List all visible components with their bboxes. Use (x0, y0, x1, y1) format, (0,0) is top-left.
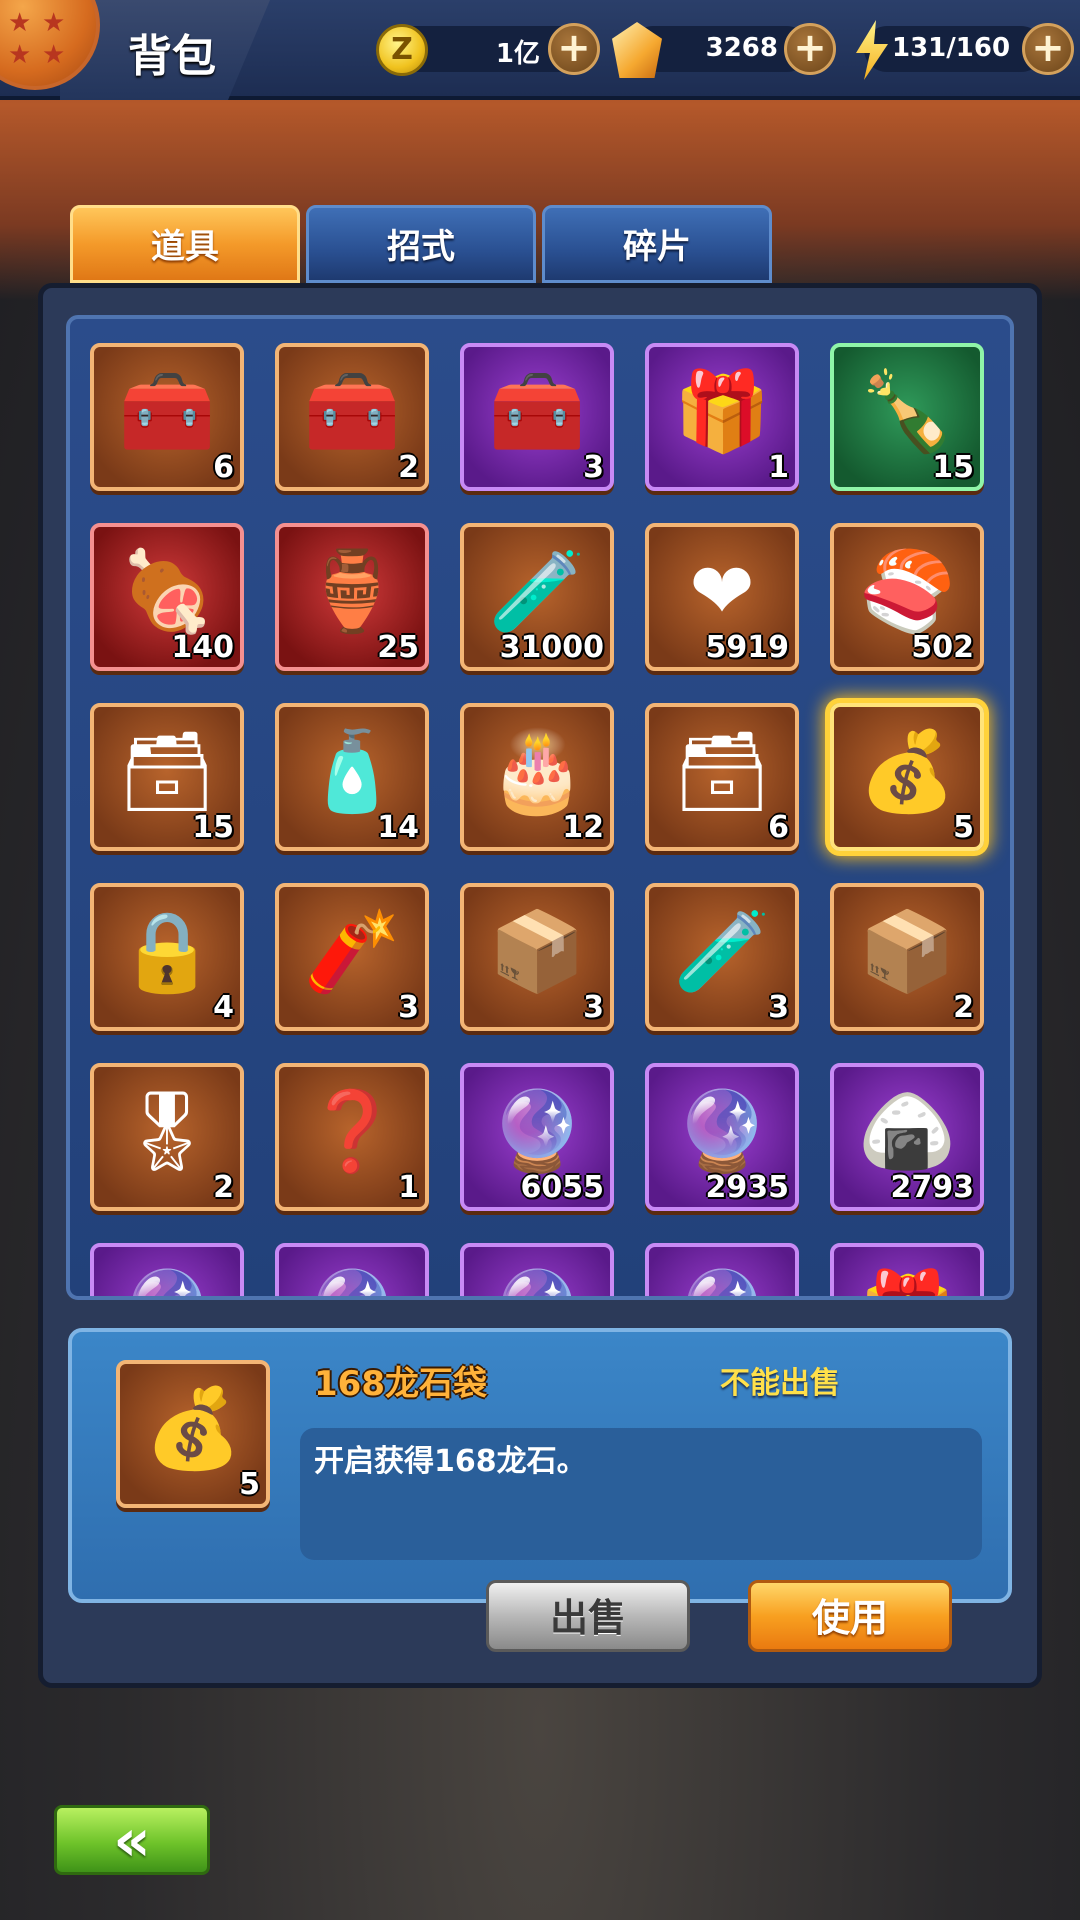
item-count: 3 (768, 990, 789, 1025)
item-count: 31000 (499, 630, 604, 665)
inventory-item[interactable]: 📦 2 (830, 883, 984, 1031)
item-count: 5 (953, 810, 974, 845)
inventory-item[interactable]: 🧨 3 (275, 883, 429, 1031)
zeni-value: 1亿 (495, 39, 540, 69)
item-count: 3 (398, 990, 419, 1025)
back-button[interactable]: « (54, 1805, 210, 1875)
inventory-item[interactable]: 📦 3 (460, 883, 614, 1031)
sell-button[interactable]: 出售 (486, 1580, 690, 1652)
item-grid[interactable]: 🧰 6 🧰 2 🧰 3 🎁 1 🍾 15 🍖 140 🏺 25 🧪 31000 ❤ 5919 🍣 502 🗃 15 🧴 14 🎂… (66, 315, 1014, 1300)
item-count: 4 (213, 990, 234, 1025)
inventory-item[interactable]: 🎖 2 (90, 1063, 244, 1211)
stamina-value: 131/160 (892, 33, 1011, 63)
item-name: 168龙石袋 (314, 1364, 487, 1404)
inventory-item[interactable]: ❓ 1 (275, 1063, 429, 1211)
green-orb-icon: 🔮 (94, 1257, 240, 1296)
item-count: 1 (398, 1170, 419, 1205)
item-count: 5919 (705, 630, 790, 665)
item-count: 140 (171, 630, 234, 665)
item-description: 开启获得168龙石。 (314, 1444, 587, 1479)
inventory-item[interactable]: 🧪 3 (645, 883, 799, 1031)
item-count: 12 (562, 810, 604, 845)
zeni-coin-icon: Z (376, 24, 428, 76)
inventory-item[interactable]: 🧰 3 (460, 343, 614, 491)
crystal-value: 3268 (705, 33, 778, 63)
page-title: 背包 (128, 31, 216, 82)
item-count: 2 (213, 1170, 234, 1205)
inventory-item[interactable]: 🧴 14 (275, 703, 429, 851)
inventory-item[interactable]: 🔮 (275, 1243, 429, 1296)
gift-box-icon: 🎁 (834, 1257, 980, 1296)
add-stamina-button[interactable]: + (1022, 23, 1074, 75)
item-count: 14 (377, 810, 419, 845)
item-count: 2 (398, 450, 419, 485)
item-count: 1 (768, 450, 789, 485)
inventory-item[interactable]: 🎁 1 (645, 343, 799, 491)
red-orb-icon: 🔮 (279, 1257, 425, 1296)
inventory-item[interactable]: 🗃 15 (90, 703, 244, 851)
inventory-item[interactable]: 🎂 12 (460, 703, 614, 851)
item-count: 2 (953, 990, 974, 1025)
inventory-item[interactable]: 🔒 4 (90, 883, 244, 1031)
item-count: 15 (932, 450, 974, 485)
use-button[interactable]: 使用 (748, 1580, 952, 1652)
violet-orb-icon: 🔮 (649, 1257, 795, 1296)
item-count: 6055 (520, 1170, 605, 1205)
inventory-item[interactable]: 🎁 (830, 1243, 984, 1296)
item-count: 2793 (890, 1170, 975, 1205)
inventory-item[interactable]: 🍖 140 (90, 523, 244, 671)
item-count: 6 (213, 450, 234, 485)
item-count: 3 (583, 990, 604, 1025)
inventory-item[interactable]: 🗃 6 (645, 703, 799, 851)
inventory-item[interactable]: 🔮 (460, 1243, 614, 1296)
detail-item-count: 5 (239, 1467, 260, 1502)
sell-status: 不能出售 (720, 1366, 840, 1401)
add-zeni-button[interactable]: + (548, 23, 600, 75)
item-count: 502 (911, 630, 974, 665)
tab-items[interactable]: 道具 (70, 205, 300, 283)
item-count: 2935 (705, 1170, 790, 1205)
inventory-item[interactable]: 🧰 6 (90, 343, 244, 491)
inventory-item[interactable]: 💰 5 (830, 703, 984, 851)
item-count: 3 (583, 450, 604, 485)
inventory-item[interactable]: 🔮 6055 (460, 1063, 614, 1211)
tab-fragments[interactable]: 碎片 (542, 205, 772, 283)
purple-orb-icon: 🔮 (464, 1257, 610, 1296)
item-count: 6 (768, 810, 789, 845)
inventory-item[interactable]: 🧪 31000 (460, 523, 614, 671)
tab-skills[interactable]: 招式 (306, 205, 536, 283)
inventory-item[interactable]: 🔮 (90, 1243, 244, 1296)
inventory-item[interactable]: 🔮 2935 (645, 1063, 799, 1211)
item-count: 15 (192, 810, 234, 845)
inventory-item[interactable]: ❤ 5919 (645, 523, 799, 671)
inventory-item[interactable]: 🍙 2793 (830, 1063, 984, 1211)
inventory-item[interactable]: 🍾 15 (830, 343, 984, 491)
inventory-item[interactable]: 🍣 502 (830, 523, 984, 671)
add-crystal-button[interactable]: + (784, 23, 836, 75)
inventory-item[interactable]: 🏺 25 (275, 523, 429, 671)
detail-item-thumbnail: 💰 5 (116, 1360, 270, 1508)
item-count: 25 (377, 630, 419, 665)
inventory-item[interactable]: 🧰 2 (275, 343, 429, 491)
inventory-item[interactable]: 🔮 (645, 1243, 799, 1296)
